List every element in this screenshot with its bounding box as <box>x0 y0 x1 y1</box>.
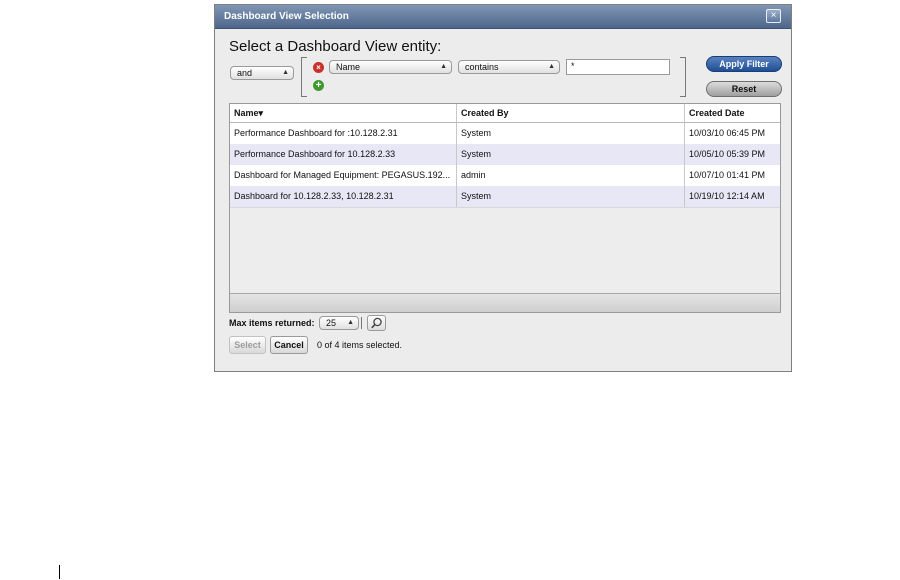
magnifier-icon <box>371 317 382 329</box>
chevron-updown-icon: ▲ <box>347 319 354 326</box>
conjunction-value: and <box>237 68 253 78</box>
dashboard-view-selection-dialog: Dashboard View Selection × Select a Dash… <box>214 4 792 372</box>
cell-created-date: 10/05/10 05:39 PM <box>684 144 780 165</box>
max-items-select[interactable]: 25 ▲ <box>319 316 359 330</box>
add-filter-icon[interactable]: + <box>313 80 324 91</box>
filter-field-select[interactable]: Name ▲ <box>329 60 452 74</box>
column-header-created-by[interactable]: Created By <box>456 104 684 122</box>
select-button[interactable]: Select <box>229 336 266 354</box>
sort-desc-icon: ▾ <box>258 108 264 118</box>
table-row[interactable]: Performance Dashboard for :10.128.2.31 S… <box>230 123 780 145</box>
filter-operator-select[interactable]: contains ▲ <box>458 60 560 74</box>
close-icon[interactable]: × <box>766 9 781 23</box>
apply-filter-button[interactable]: Apply Filter <box>706 56 782 72</box>
reset-button[interactable]: Reset <box>706 81 782 97</box>
cell-name: Dashboard for Managed Equipment: PEGASUS… <box>234 170 451 180</box>
conjunction-select[interactable]: and ▲ <box>230 66 294 80</box>
table-row[interactable]: Dashboard for 10.128.2.33, 10.128.2.31 S… <box>230 186 780 208</box>
column-header-created-date[interactable]: Created Date <box>684 104 782 122</box>
chevron-updown-icon: ▲ <box>282 69 289 76</box>
chevron-updown-icon: ▲ <box>440 63 447 70</box>
filter-operator-value: contains <box>465 62 499 72</box>
search-button[interactable] <box>367 315 386 331</box>
column-header-name[interactable]: Name▾ <box>230 104 456 122</box>
dialog-heading: Select a Dashboard View entity: <box>229 38 442 55</box>
dialog-title: Dashboard View Selection <box>224 11 349 22</box>
filter-bracket-left <box>301 57 307 97</box>
page-margin-mark <box>59 565 60 579</box>
table-row[interactable]: Dashboard for Managed Equipment: PEGASUS… <box>230 165 780 187</box>
cell-created-by: admin <box>456 165 684 186</box>
chevron-updown-icon: ▲ <box>548 63 555 70</box>
max-items-label: Max items returned: <box>229 318 315 328</box>
filter-bracket-right <box>680 57 686 97</box>
remove-filter-icon[interactable]: × <box>313 62 324 73</box>
dialog-titlebar: Dashboard View Selection × <box>215 5 791 29</box>
table-header: Name▾ Created By Created Date <box>230 104 780 123</box>
table-footer-bar <box>230 293 780 312</box>
cell-name: Performance Dashboard for 10.128.2.33 <box>234 149 396 159</box>
column-header-label: Name <box>234 108 259 118</box>
filter-value-input[interactable]: * <box>566 59 670 75</box>
cell-created-by: System <box>456 186 684 207</box>
selection-status: 0 of 4 items selected. <box>317 340 403 350</box>
filter-field-value: Name <box>336 62 361 72</box>
cell-name: Performance Dashboard for :10.128.2.31 <box>234 128 398 138</box>
table-row[interactable]: Performance Dashboard for 10.128.2.33 Sy… <box>230 144 780 166</box>
cell-created-date: 10/03/10 06:45 PM <box>684 123 780 144</box>
max-items-value: 25 <box>326 318 337 328</box>
cell-created-date: 10/07/10 01:41 PM <box>684 165 780 186</box>
cell-created-date: 10/19/10 12:14 AM <box>684 186 780 207</box>
results-table: Name▾ Created By Created Date Performanc… <box>229 103 781 313</box>
toolbar-separator <box>361 317 362 329</box>
cell-created-by: System <box>456 144 684 165</box>
cell-created-by: System <box>456 123 684 144</box>
cell-name: Dashboard for 10.128.2.33, 10.128.2.31 <box>234 191 394 201</box>
cancel-button[interactable]: Cancel <box>270 336 308 354</box>
